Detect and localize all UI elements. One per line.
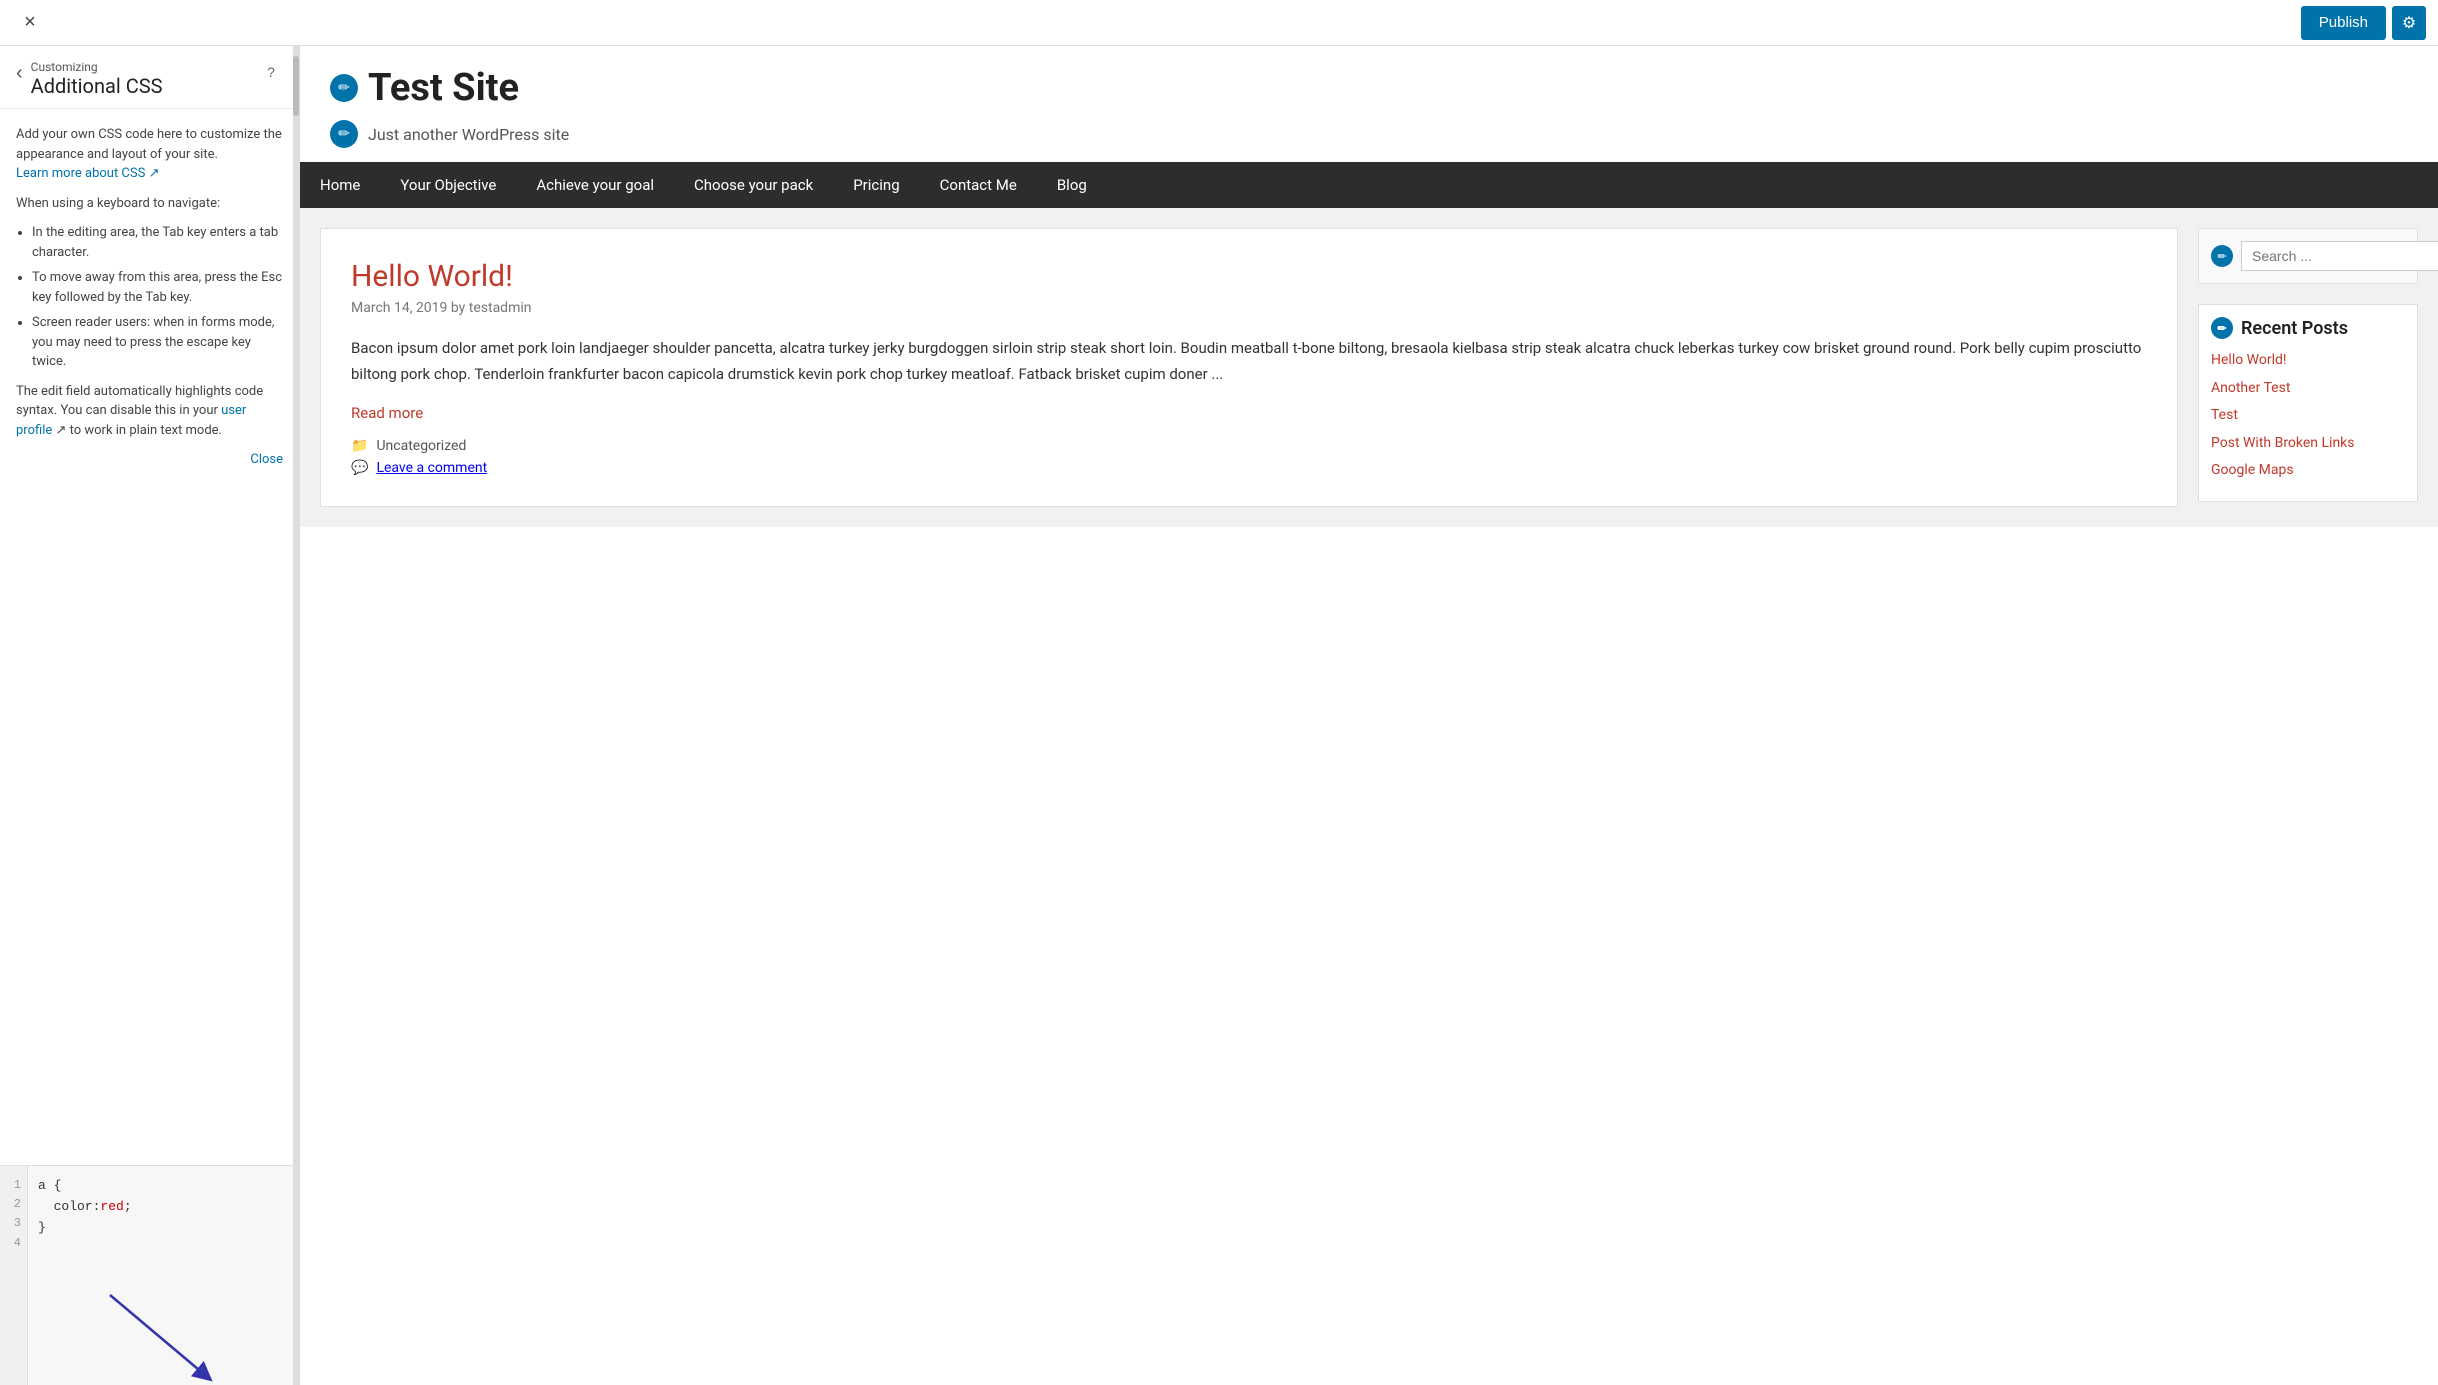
nav-bar: Home Your Objective Achieve your goal Ch… [300,162,2438,208]
nav-item-blog[interactable]: Blog [1037,162,1107,208]
sidebar-widgets: ✏ ✏ Recent Posts Hello World! Another Te… [2198,228,2418,507]
preview-pane: ✏ Test Site ✏ Just another WordPress sit… [300,46,2438,1385]
help-button[interactable]: ? [259,60,283,84]
learn-more-link[interactable]: Learn more about CSS ↗ [16,166,159,181]
settings-button[interactable]: ⚙ [2392,6,2426,40]
keyboard-nav-list: In the editing area, the Tab key enters … [32,223,283,372]
nav-item-choose-your-pack[interactable]: Choose your pack [674,162,833,208]
recent-post-link[interactable]: Hello World! [2211,351,2405,371]
post-body: Bacon ipsum dolor amet pork loin landjae… [351,336,2147,387]
recent-post-link[interactable]: Test [2211,406,2405,426]
recent-posts-title: ✏ Recent Posts [2211,317,2405,339]
list-item: To move away from this area, press the E… [32,268,283,307]
comment-icon: 💬 [351,460,368,476]
recent-post-link[interactable]: Google Maps [2211,461,2405,481]
gear-icon: ⚙ [2402,13,2416,33]
code-editor-area[interactable]: a { color: red; } [28,1166,299,1385]
customizing-label: Customizing [31,60,259,74]
recent-posts-edit-icon[interactable]: ✏ [2211,317,2233,339]
recent-posts-widget: ✏ Recent Posts Hello World! Another Test… [2198,304,2418,502]
site-tagline-edit-icon[interactable]: ✏ [330,120,358,148]
publish-button[interactable]: Publish [2301,6,2386,40]
list-item: In the editing area, the Tab key enters … [32,223,283,262]
nav-item-contact-me[interactable]: Contact Me [920,162,1037,208]
site-title-edit-icon[interactable]: ✏ [330,74,358,102]
sidebar-back-button[interactable]: ‹ [16,62,31,85]
nav-item-pricing[interactable]: Pricing [833,162,919,208]
category-icon: 📁 [351,438,368,454]
scroll-thumb [293,56,299,116]
search-input[interactable] [2241,241,2438,271]
help-icon: ? [267,64,275,80]
close-icon: × [24,11,36,34]
description-text: Add your own CSS code here to customize … [16,125,283,184]
section-title: Additional CSS [31,74,259,98]
chevron-left-icon: ‹ [16,62,23,84]
nav-item-home[interactable]: Home [300,162,380,208]
nav-item-your-objective[interactable]: Your Objective [380,162,516,208]
site-title: Test Site [368,66,519,110]
close-link[interactable]: Close [16,450,283,470]
post-category: Uncategorized [376,438,466,454]
leave-comment-link[interactable]: Leave a comment [376,460,487,476]
sidebar-scrollbar[interactable] [293,46,299,1385]
post-footer: 📁 Uncategorized 💬 Leave a comment [351,438,2147,476]
list-item: Screen reader users: when in forms mode,… [32,313,283,372]
post-meta: March 14, 2019 by testadmin [351,300,2147,316]
search-widget: ✏ [2198,228,2418,284]
main-content: Hello World! March 14, 2019 by testadmin… [320,228,2178,507]
recent-post-link[interactable]: Post With Broken Links [2211,434,2405,454]
nav-item-achieve-your-goal[interactable]: Achieve your goal [516,162,674,208]
search-widget-edit-icon[interactable]: ✏ [2211,245,2233,267]
post-title: Hello World! [351,259,2147,294]
edit-field-note: The edit field automatically highlights … [16,382,283,441]
line-numbers: 1 2 3 4 [0,1166,28,1385]
site-tagline: Just another WordPress site [368,125,569,144]
recent-post-link[interactable]: Another Test [2211,379,2405,399]
close-button[interactable]: × [12,5,48,41]
keyboard-nav-title: When using a keyboard to navigate: [16,194,283,214]
read-more-link[interactable]: Read more [351,404,423,422]
